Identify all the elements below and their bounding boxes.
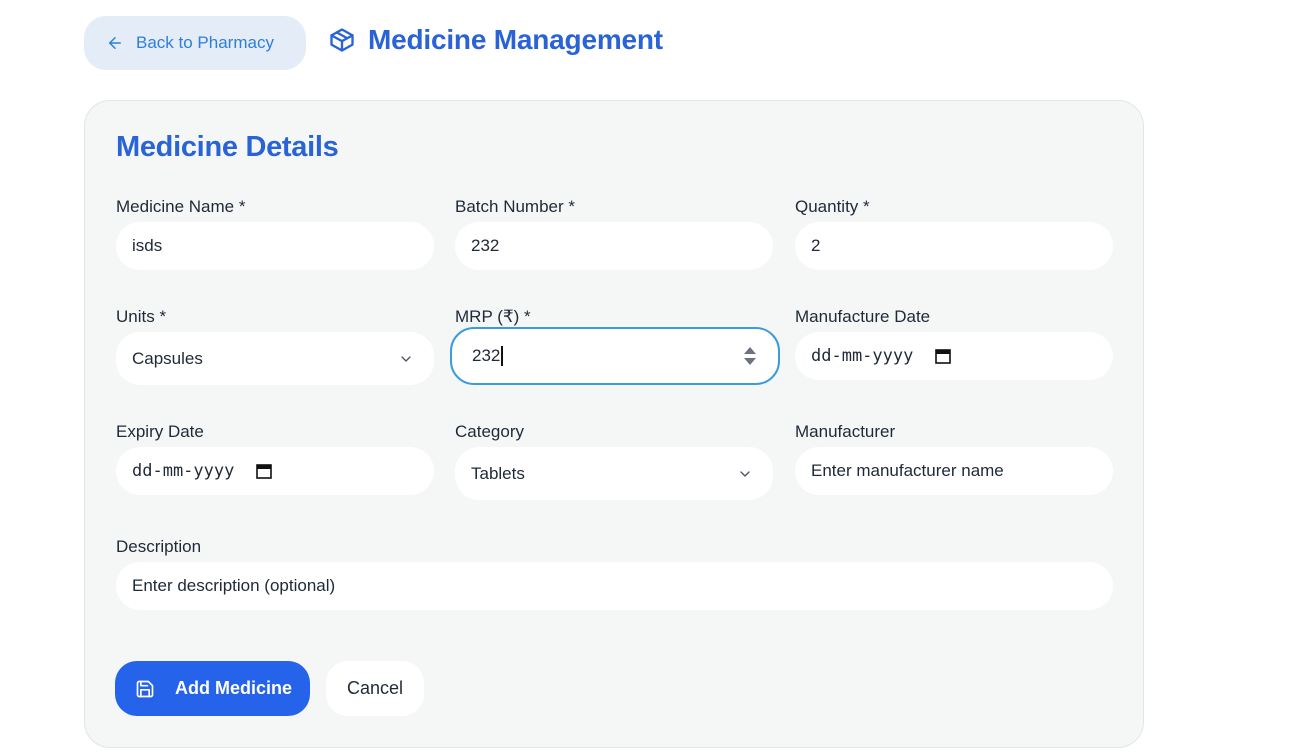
- units-value: Capsules: [132, 348, 203, 368]
- chevron-down-icon: [401, 355, 411, 362]
- form-title: Medicine Details: [116, 131, 339, 163]
- expiry-date-input[interactable]: dd-mm-yyyy: [116, 447, 434, 495]
- medicine-name-label: Medicine Name *: [116, 197, 246, 216]
- add-medicine-button[interactable]: Add Medicine: [115, 661, 310, 716]
- batch-number-group: Batch Number * 232: [455, 196, 773, 270]
- medicine-name-group: Medicine Name * isds: [116, 196, 434, 270]
- category-select[interactable]: Tablets: [455, 447, 773, 500]
- medicine-details-card: Medicine Details Medicine Name * isds Ba…: [84, 100, 1144, 748]
- spin-down-icon[interactable]: [744, 358, 756, 365]
- category-label: Category: [455, 422, 524, 441]
- calendar-icon[interactable]: [256, 463, 273, 479]
- save-icon: [136, 680, 154, 697]
- category-group: Category Tablets: [455, 421, 773, 500]
- description-input[interactable]: Enter description (optional): [116, 562, 1113, 610]
- expiry-date-label: Expiry Date: [116, 422, 204, 441]
- quantity-label: Quantity *: [795, 197, 870, 216]
- description-label: Description: [116, 537, 202, 556]
- calendar-icon[interactable]: [935, 348, 952, 364]
- expiry-date-group: Expiry Date dd-mm-yyyy: [116, 421, 434, 495]
- text-cursor: [501, 346, 503, 366]
- manufacture-date-group: Manufacture Date dd-mm-yyyy: [795, 306, 1113, 380]
- units-group: Units * Capsules: [116, 306, 434, 385]
- manufacture-date-label: Manufacture Date: [795, 307, 931, 326]
- manufacturer-group: Manufacturer Enter manufacturer name: [795, 421, 1113, 495]
- batch-number-label: Batch Number *: [455, 197, 575, 216]
- package-icon: [330, 28, 354, 52]
- manufacturer-placeholder: Enter manufacturer name: [811, 461, 1004, 480]
- batch-number-value: 232: [471, 236, 500, 255]
- page-title: Medicine Management: [368, 24, 663, 55]
- chevron-down-icon: [740, 470, 750, 477]
- medicine-name-input[interactable]: isds: [116, 222, 434, 270]
- mrp-value: 232: [472, 346, 501, 365]
- quantity-group: Quantity * 2: [795, 196, 1113, 270]
- quantity-input[interactable]: 2: [795, 222, 1113, 270]
- back-button-label: Back to Pharmacy: [136, 33, 274, 52]
- manufacture-date-placeholder: dd-mm-yyyy: [811, 346, 914, 366]
- mrp-group: MRP (₹) * 232: [450, 306, 780, 385]
- back-to-pharmacy-button[interactable]: Back to Pharmacy: [84, 16, 306, 70]
- medicine-name-value: isds: [132, 236, 163, 255]
- arrow-left-icon: [109, 37, 121, 49]
- category-value: Tablets: [471, 463, 525, 483]
- spin-up-icon[interactable]: [744, 347, 756, 354]
- batch-number-input[interactable]: 232: [455, 222, 773, 270]
- mrp-input[interactable]: 232: [450, 327, 780, 385]
- manufacturer-label: Manufacturer: [795, 422, 896, 441]
- description-placeholder: Enter description (optional): [132, 576, 336, 595]
- expiry-date-placeholder: dd-mm-yyyy: [132, 461, 235, 481]
- page-header: Medicine Management: [328, 24, 663, 56]
- description-group: Description Enter description (optional): [116, 536, 1113, 610]
- units-select[interactable]: Capsules: [116, 332, 434, 385]
- mrp-label: MRP (₹) *: [455, 307, 531, 326]
- units-label: Units *: [116, 307, 167, 326]
- manufacture-date-input[interactable]: dd-mm-yyyy: [795, 332, 1113, 380]
- number-spinner[interactable]: [744, 347, 756, 365]
- quantity-value: 2: [811, 236, 821, 255]
- add-medicine-label: Add Medicine: [175, 678, 293, 698]
- cancel-button[interactable]: Cancel: [326, 661, 424, 716]
- manufacturer-input[interactable]: Enter manufacturer name: [795, 447, 1113, 495]
